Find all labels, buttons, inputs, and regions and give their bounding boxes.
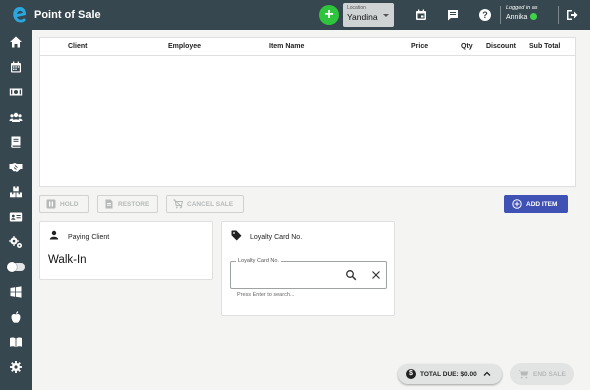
loyalty-card-field-label: Loyalty Card No. [236,258,281,264]
hold-button[interactable]: HOLD [39,195,89,213]
top-bar: Point of Sale + Location Yandina ? Logge… [0,0,590,30]
restore-button[interactable]: RESTORE [97,195,158,213]
column-header-sub-total: Sub Total [529,43,561,50]
chevron-down-icon [383,14,389,17]
windows-icon [10,286,22,298]
logged-in-user: Logged in as Annika [506,5,538,21]
chevron-up-icon [483,371,491,376]
sidebar [0,30,32,390]
apple-icon [11,311,21,323]
column-header-price: Price [411,43,429,50]
user-name: Annika [506,14,528,21]
sidebar-item-settings[interactable] [0,357,32,377]
sidebar-item-book[interactable] [0,132,32,152]
sidebar-item-calendar[interactable] [0,57,32,77]
logged-in-label: Logged in as [506,5,538,11]
cancel-sale-button[interactable]: CANCEL SALE [166,195,244,213]
total-due-button[interactable]: $ TOTAL DUE: $0.00 [398,364,502,384]
sidebar-item-inventory[interactable] [0,182,32,202]
location-select[interactable]: Location Yandina [343,3,394,27]
sidebar-item-home[interactable] [0,32,32,52]
column-header-client: Client [68,43,88,50]
hold-label: HOLD [60,200,79,208]
sidebar-item-mode-toggle[interactable] [0,257,32,277]
sidebar-item-partners[interactable] [0,157,32,177]
svg-text:?: ? [482,10,488,20]
end-sale-button[interactable]: END SALE [510,363,574,385]
pause-icon [46,199,56,209]
total-due-label: TOTAL DUE: $0.00 [420,370,477,378]
add-button[interactable]: + [319,5,339,25]
sidebar-item-clients[interactable] [0,107,32,127]
paying-client-title: Paying Client [68,234,110,241]
add-circle-icon [512,199,522,209]
paying-client-value: Walk-In [48,254,87,266]
location-label: Location [347,5,366,11]
app-logo-icon [13,7,26,23]
loyalty-card-hint: Press Enter to search... [237,292,295,298]
people-icon [9,112,23,122]
settings-icon [9,236,22,248]
close-icon[interactable] [371,270,381,280]
end-sale-label: END SALE [533,370,566,378]
gear-icon [10,361,22,373]
sidebar-item-setup[interactable] [0,232,32,252]
divider [558,6,559,24]
table-header: Client Employee Item Name Price Qty Disc… [40,38,575,56]
restore-icon [105,199,113,209]
column-header-discount: Discount [486,43,516,50]
chat-icon[interactable] [446,8,460,22]
boxes-icon [10,186,22,198]
column-header-qty: Qty [461,43,473,50]
map-icon [10,337,22,348]
person-icon [49,230,59,240]
cancel-sale-label: CANCEL SALE [187,200,234,208]
sidebar-item-staff[interactable] [0,207,32,227]
paying-client-card[interactable]: Paying Client Walk-In [39,221,213,280]
dollar-icon: $ [406,369,416,379]
column-header-employee: Employee [168,43,202,50]
help-icon[interactable]: ? [478,8,492,22]
online-status-dot [530,13,538,20]
sidebar-item-guide[interactable] [0,332,32,352]
calendar-icon [11,61,21,73]
sidebar-item-apple[interactable] [0,307,32,327]
divider [500,6,501,24]
loyalty-card-field: Loyalty Card No. [230,258,387,289]
home-icon [10,36,22,48]
app-title: Point of Sale [34,9,101,21]
sale-items-table: Client Employee Item Name Price Qty Disc… [39,37,576,187]
calendar-icon[interactable] [414,8,428,22]
sidebar-item-windows[interactable] [0,282,32,302]
loyalty-card-panel: Loyalty Card No. Loyalty Card No. Press … [221,221,395,316]
logout-icon[interactable] [565,8,579,22]
tag-icon [231,230,242,241]
sidebar-item-cash[interactable] [0,82,32,102]
search-icon[interactable] [345,269,357,281]
id-card-icon [9,212,23,222]
cart-icon [518,370,529,379]
book-icon [11,136,21,148]
column-header-item-name: Item Name [269,43,305,50]
toggle-icon [7,262,25,272]
cart-remove-icon [173,199,183,209]
add-item-button[interactable]: ADD ITEM [504,195,568,213]
handshake-icon [9,163,23,172]
add-item-label: ADD ITEM [526,200,558,208]
restore-label: RESTORE [118,200,150,208]
cash-icon [9,88,23,96]
loyalty-card-input[interactable] [237,272,337,284]
loyalty-card-title: Loyalty Card No. [250,234,303,241]
